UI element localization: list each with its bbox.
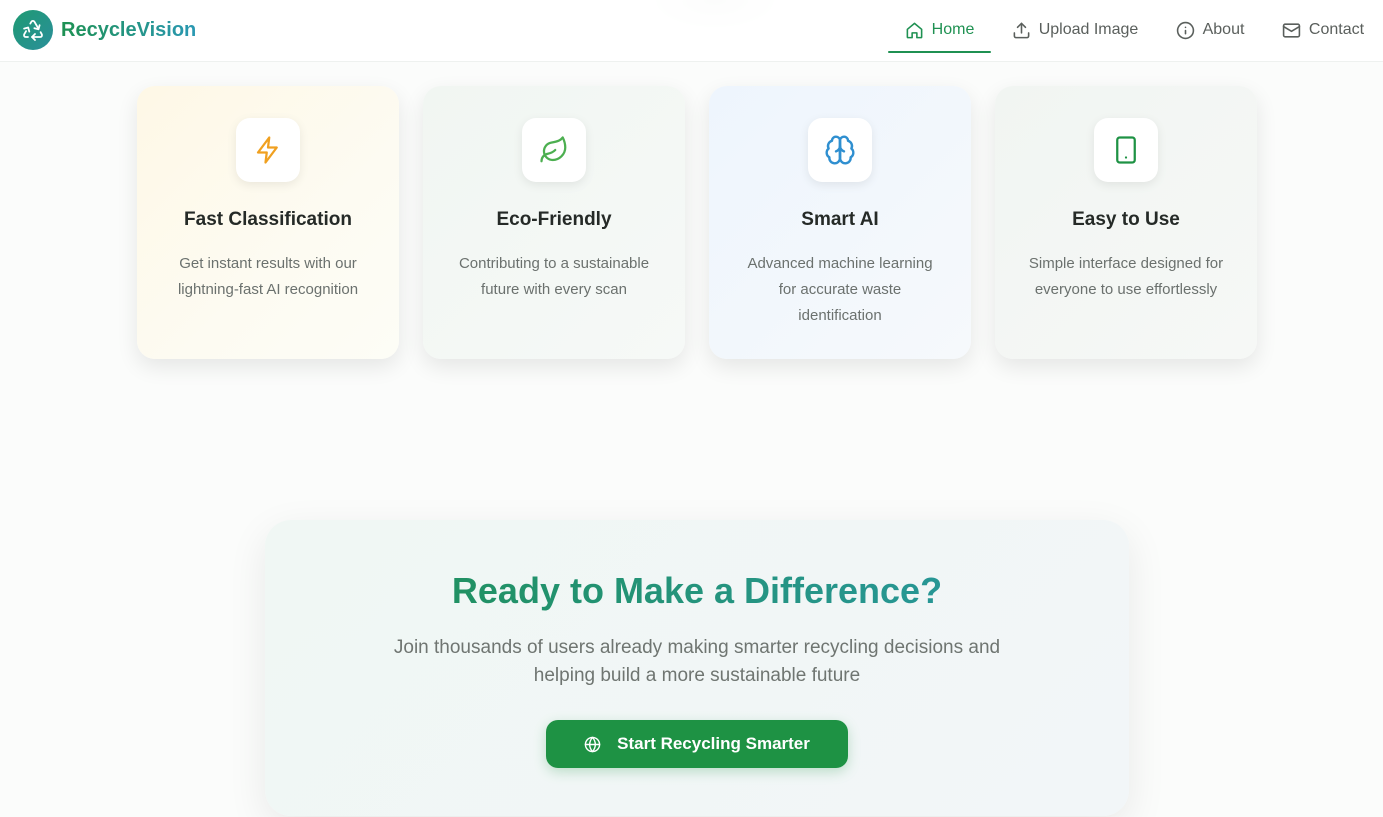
feature-card-eco-friendly: Eco-Friendly Contributing to a sustainab… [423, 86, 685, 359]
feature-card-easy-to-use: Easy to Use Simple interface designed fo… [995, 86, 1257, 359]
feature-card-smart-ai: Smart AI Advanced machine learning for a… [709, 86, 971, 359]
nav-contact-label: Contact [1308, 21, 1365, 38]
brain-icon [808, 118, 872, 182]
feature-card-fast-classification: Fast Classification Get instant results … [137, 86, 399, 359]
nav-about-label: About [1202, 21, 1245, 38]
nav-upload-image[interactable]: Upload Image [1011, 8, 1139, 52]
upload-icon [1013, 22, 1030, 38]
info-icon [1176, 21, 1194, 39]
feature-title: Easy to Use [1072, 209, 1180, 230]
leaf-icon [522, 118, 586, 182]
feature-description: Get instant results with our lightning-f… [177, 255, 359, 298]
feature-description: Advanced machine learning for accurate w… [747, 255, 933, 324]
feature-title: Smart AI [801, 209, 879, 230]
feature-description: Contributing to a sustainable future wit… [458, 255, 650, 298]
brand-name: RecycleVision [61, 18, 197, 41]
nav-home-label: Home [931, 21, 975, 38]
feature-description: Simple interface designed for everyone t… [1028, 255, 1224, 298]
cta-section: Ready to Make a Difference? Join thousan… [265, 520, 1129, 816]
globe-icon [584, 736, 601, 752]
recycle-icon [13, 10, 53, 50]
start-recycling-button[interactable]: Start Recycling Smarter [546, 720, 848, 768]
top-navbar: RecycleVision Home Upload Image About Co… [0, 0, 1383, 62]
lightning-icon [236, 118, 300, 182]
nav-contact[interactable]: Contact [1280, 8, 1366, 52]
brand[interactable]: RecycleVision [13, 10, 196, 50]
cta-text: Join thousands of users already making s… [393, 637, 1001, 686]
smartphone-icon [1094, 118, 1158, 182]
feature-title: Eco-Friendly [496, 209, 612, 230]
feature-title: Fast Classification [184, 209, 352, 230]
start-recycling-button-label: Start Recycling Smarter [617, 734, 810, 753]
home-icon [906, 22, 923, 38]
nav-about[interactable]: About [1173, 8, 1247, 52]
nav-upload-label: Upload Image [1038, 21, 1139, 38]
mail-icon [1282, 22, 1301, 38]
nav-home[interactable]: Home [888, 8, 991, 53]
cta-heading: Ready to Make a Difference? [265, 570, 1129, 612]
